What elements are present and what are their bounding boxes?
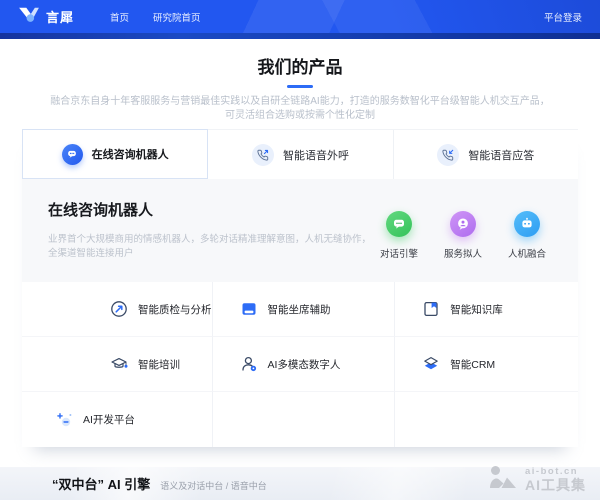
- brand-logo[interactable]: 言犀: [18, 5, 74, 28]
- product-grid: 智能质检与分析 智能坐席辅助 智能知识库 智能培训: [22, 282, 578, 447]
- tab-label: 在线咨询机器人: [92, 146, 169, 162]
- brand-name: 言犀: [46, 7, 74, 26]
- feature-dialog-engine: 对话引擎: [372, 211, 426, 282]
- phone-outgoing-icon: [252, 144, 274, 166]
- product-agent-assist[interactable]: 智能坐席辅助: [213, 282, 396, 337]
- panel-description: 业界首个大规模商用的情感机器人，多轮对话精准理解意图，人机无缝协作，全渠道智能连…: [48, 233, 372, 261]
- watermark-name: AI工具集: [525, 478, 586, 492]
- banner-bottom-strip: [0, 33, 600, 39]
- feature-label: 服务拟人: [436, 246, 490, 260]
- product-label: 智能CRM: [450, 357, 495, 372]
- feature-label: 对话引擎: [372, 246, 426, 260]
- product-crm[interactable]: 智能CRM: [395, 337, 578, 392]
- product-label: 智能知识库: [450, 302, 503, 317]
- platform-login-link[interactable]: 平台登录: [544, 10, 582, 24]
- nav-link-home[interactable]: 首页: [110, 10, 129, 24]
- phone-incoming-icon: [437, 144, 459, 166]
- dual-platform-title: “双中台” AI 引擎: [52, 474, 150, 493]
- tab-voice-answer[interactable]: 智能语音应答: [394, 130, 578, 179]
- watermark-domain: ai-bot.cn: [525, 467, 586, 477]
- product-digital-human[interactable]: AI多模态数字人: [213, 337, 396, 392]
- yanxi-logo-icon: [18, 5, 40, 28]
- product-knowledge-base[interactable]: 智能知识库: [395, 282, 578, 337]
- feature-service-persona: 服务拟人: [436, 211, 490, 282]
- product-training[interactable]: 智能培训: [22, 337, 213, 392]
- section-description: 融合京东自身十年客服服务与营销最佳实践以及自研全链路AI能力，打造的服务数智化平…: [50, 95, 550, 123]
- paw-logo-icon: [488, 464, 518, 495]
- nav-link-research[interactable]: 研究院首页: [153, 10, 201, 24]
- products-container: 在线咨询机器人 智能语音外呼 智能语音应答 在线咨询机器人: [22, 129, 578, 447]
- product-label: 智能坐席辅助: [268, 302, 331, 317]
- grid-empty-cell: [395, 392, 578, 447]
- panel-title: 在线咨询机器人: [48, 199, 372, 220]
- product-label: 智能质检与分析: [138, 302, 212, 317]
- digital-human-icon: [240, 355, 258, 373]
- feature-label: 人机融合: [500, 246, 554, 260]
- dialog-engine-icon: [386, 211, 412, 237]
- product-ai-platform[interactable]: AI开发平台: [22, 392, 213, 447]
- product-label: AI多模态数字人: [268, 357, 341, 372]
- agent-assist-icon: [240, 300, 258, 318]
- knowledge-base-icon: [422, 300, 440, 318]
- service-persona-icon: [450, 211, 476, 237]
- ai-platform-icon: [55, 411, 73, 429]
- tab-label: 智能语音外呼: [283, 147, 349, 163]
- top-navbar: 言犀 首页 研究院首页 平台登录: [0, 0, 600, 33]
- product-tabs: 在线咨询机器人 智能语音外呼 智能语音应答: [22, 129, 578, 179]
- chat-bubble-icon: [62, 144, 83, 165]
- dual-platform-subtitle: 语义及对话中台 / 语音中台: [160, 479, 267, 492]
- tab-label: 智能语音应答: [468, 147, 534, 163]
- human-machine-icon: [514, 211, 540, 237]
- feature-list: 对话引擎 服务拟人: [372, 199, 554, 282]
- crm-icon: [422, 355, 440, 373]
- tab-voice-outbound[interactable]: 智能语音外呼: [208, 130, 393, 179]
- title-underline: [287, 85, 313, 88]
- tab-detail-panel: 在线咨询机器人 业界首个大规模商用的情感机器人，多轮对话精准理解意图，人机无缝协…: [22, 179, 578, 282]
- section-title: 我们的产品: [0, 57, 600, 79]
- product-label: AI开发平台: [83, 412, 135, 427]
- training-icon: [110, 355, 128, 373]
- quality-inspection-icon: [110, 300, 128, 318]
- ai-bot-watermark: ai-bot.cn AI工具集: [488, 464, 586, 495]
- tab-online-robot[interactable]: 在线咨询机器人: [22, 129, 208, 179]
- product-quality-inspection[interactable]: 智能质检与分析: [22, 282, 213, 337]
- product-label: 智能培训: [138, 357, 180, 372]
- nav-links: 首页 研究院首页: [110, 10, 201, 24]
- grid-empty-cell: [213, 392, 396, 447]
- feature-human-machine: 人机融合: [500, 211, 554, 282]
